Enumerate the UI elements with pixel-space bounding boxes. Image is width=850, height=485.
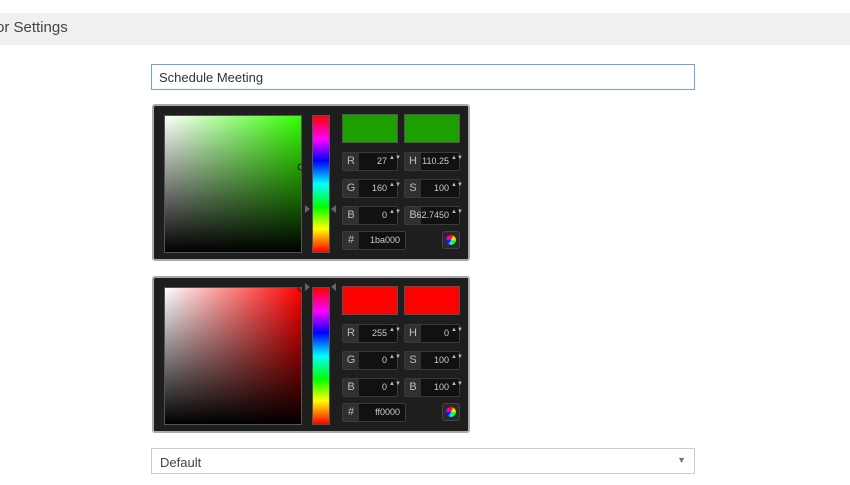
saturation-value[interactable]: 100 xyxy=(434,180,449,197)
saturation-label: S xyxy=(405,352,421,369)
sv-black-gradient xyxy=(165,116,301,252)
chevron-down-icon[interactable]: ▼ xyxy=(677,455,686,465)
saturation-spinner-icon[interactable]: ▲▼ xyxy=(451,354,463,367)
blue-field[interactable]: B 0 ▲▼ xyxy=(342,206,401,225)
hue-value[interactable]: 110.25 xyxy=(422,153,449,170)
saturation-brightness-field[interactable] xyxy=(164,284,305,425)
green-spinner-icon[interactable]: ▲▼ xyxy=(389,354,401,367)
hue-label: H xyxy=(405,153,421,170)
hue-field[interactable]: H 0 ▲▼ xyxy=(404,324,463,343)
color-wheel-button[interactable] xyxy=(442,403,460,421)
hex-field[interactable]: # 1ba000 xyxy=(342,231,406,250)
red-field[interactable]: R 27 ▲▼ xyxy=(342,152,401,171)
green-spinner-icon[interactable]: ▲▼ xyxy=(389,182,401,195)
brightness-label: B xyxy=(405,379,421,396)
blue-value[interactable]: 0 xyxy=(382,379,387,396)
green-field[interactable]: G 0 ▲▼ xyxy=(342,351,401,370)
brightness-spinner-icon[interactable]: ▲▼ xyxy=(451,381,463,394)
blue-label: B xyxy=(343,379,359,396)
brightness-field[interactable]: B 100 ▲▼ xyxy=(404,378,463,397)
hex-value[interactable]: 1ba000 xyxy=(370,232,400,249)
saturation-field[interactable]: S 100 ▲▼ xyxy=(404,179,463,198)
hue-spinner-icon[interactable]: ▲▼ xyxy=(451,155,463,168)
color-wheel-icon xyxy=(446,407,456,417)
green-value[interactable]: 0 xyxy=(382,352,387,369)
blue-spinner-icon[interactable]: ▲▼ xyxy=(389,209,401,222)
sv-cursor[interactable] xyxy=(297,163,305,171)
green-label: G xyxy=(343,180,359,197)
hex-value[interactable]: ff0000 xyxy=(375,404,400,421)
new-color-swatch xyxy=(342,114,398,143)
title-input[interactable] xyxy=(151,64,695,90)
red-spinner-icon[interactable]: ▲▼ xyxy=(389,155,401,168)
style-select-value: Default xyxy=(160,455,202,470)
sv-black-gradient xyxy=(165,288,301,424)
color-picker-2: R 255 ▲▼ H 0 ▲▼ G 0 ▲▼ S 100 ▲▼ B 0 ▲▼ B… xyxy=(152,276,470,433)
brightness-spinner-icon[interactable]: ▲▼ xyxy=(451,209,463,222)
sv-cursor[interactable] xyxy=(297,284,305,292)
hex-field[interactable]: # ff0000 xyxy=(342,403,406,422)
hue-value[interactable]: 0 xyxy=(444,325,449,342)
saturation-value[interactable]: 100 xyxy=(434,352,449,369)
saturation-field[interactable]: S 100 ▲▼ xyxy=(404,351,463,370)
style-select[interactable]: Default ▼ xyxy=(151,448,695,474)
red-field[interactable]: R 255 ▲▼ xyxy=(342,324,401,343)
hue-slider[interactable] xyxy=(312,287,330,425)
hue-slider-left-arrow-icon[interactable] xyxy=(305,204,310,213)
red-label: R xyxy=(343,153,359,170)
color-wheel-icon xyxy=(446,235,456,245)
hue-slider-left-arrow-icon[interactable] xyxy=(305,283,310,291)
blue-spinner-icon[interactable]: ▲▼ xyxy=(389,381,401,394)
red-spinner-icon[interactable]: ▲▼ xyxy=(389,327,401,340)
green-value[interactable]: 160 xyxy=(372,180,387,197)
new-color-swatch xyxy=(342,286,398,315)
red-label: R xyxy=(343,325,359,342)
hue-label: H xyxy=(405,325,421,342)
saturation-brightness-field[interactable] xyxy=(164,115,305,253)
hue-slider-right-arrow-icon[interactable] xyxy=(331,283,336,291)
brightness-field[interactable]: B 62.7450 ▲▼ xyxy=(404,206,463,225)
hex-label: # xyxy=(343,404,359,421)
green-label: G xyxy=(343,352,359,369)
blue-label: B xyxy=(343,207,359,224)
current-color-swatch[interactable] xyxy=(404,114,460,143)
brightness-value[interactable]: 62.7450 xyxy=(416,207,449,224)
color-wheel-button[interactable] xyxy=(442,231,460,249)
hex-label: # xyxy=(343,232,359,249)
hue-field[interactable]: H 110.25 ▲▼ xyxy=(404,152,463,171)
hue-slider-right-arrow-icon[interactable] xyxy=(331,204,336,213)
blue-field[interactable]: B 0 ▲▼ xyxy=(342,378,401,397)
current-color-swatch[interactable] xyxy=(404,286,460,315)
blue-value[interactable]: 0 xyxy=(382,207,387,224)
green-field[interactable]: G 160 ▲▼ xyxy=(342,179,401,198)
color-picker-1: R 27 ▲▼ H 110.25 ▲▼ G 160 ▲▼ S 100 ▲▼ B … xyxy=(152,104,470,261)
hue-spinner-icon[interactable]: ▲▼ xyxy=(451,327,463,340)
hue-slider[interactable] xyxy=(312,115,330,253)
saturation-spinner-icon[interactable]: ▲▼ xyxy=(451,182,463,195)
saturation-label: S xyxy=(405,180,421,197)
section-title: or Settings xyxy=(0,19,68,36)
red-value[interactable]: 27 xyxy=(377,153,387,170)
settings-header: or Settings xyxy=(0,13,850,45)
brightness-value[interactable]: 100 xyxy=(434,379,449,396)
red-value[interactable]: 255 xyxy=(372,325,387,342)
